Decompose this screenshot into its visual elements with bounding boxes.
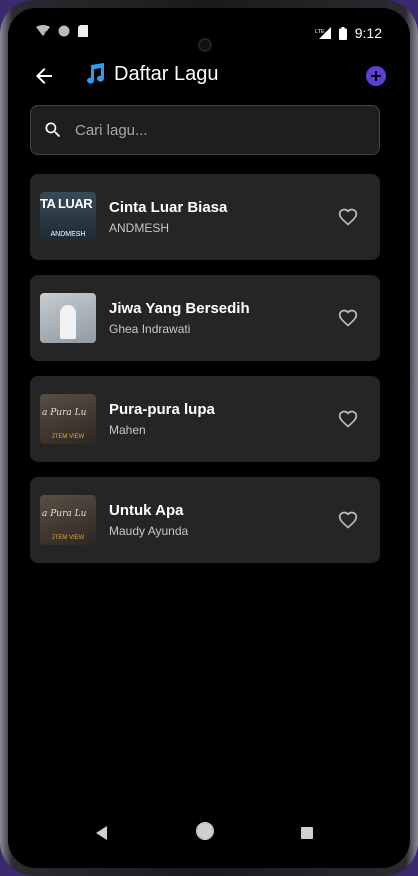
song-item[interactable]: a Pura Lu JTEM VIEW Untuk Apa Maudy Ayun… — [30, 477, 380, 563]
nav-back-button[interactable] — [96, 826, 108, 845]
song-title: Pura-pura lupa — [109, 401, 215, 418]
cover-title-art: a Pura Lu — [42, 408, 87, 418]
app-title-group: Daftar Lagu — [84, 62, 219, 86]
album-cover: a Pura Lu JTEM VIEW — [40, 495, 96, 545]
cover-views-art: JTEM VIEW — [51, 535, 85, 541]
cover-title-art: a Pura Lu — [42, 509, 87, 519]
cover-figure — [60, 305, 76, 339]
search-input[interactable] — [75, 121, 345, 139]
status-left: ? — [36, 25, 88, 37]
song-item[interactable]: a Pura Lu JTEM VIEW Pura-pura lupa Mahen — [30, 376, 380, 462]
battery-icon — [338, 26, 347, 40]
song-info: Untuk Apa Maudy Ayunda — [109, 502, 188, 538]
song-item[interactable]: Jiwa Yang Bersedih Ghea Indrawati — [30, 275, 380, 361]
sim-icon — [78, 25, 88, 37]
song-info: Cinta Luar Biasa ANDMESH — [109, 199, 227, 235]
lte-signal-icon: LTE — [315, 27, 331, 39]
nav-back-icon — [96, 826, 107, 840]
song-list: TA LUAR BIA ANDMESH Cinta Luar Biasa AND… — [30, 174, 380, 578]
front-camera — [198, 38, 212, 52]
heart-outline-icon — [338, 208, 358, 226]
status-right: LTE 9:12 — [315, 25, 382, 41]
search-box[interactable] — [30, 105, 380, 155]
heart-outline-icon — [338, 511, 358, 529]
album-cover: a Pura Lu JTEM VIEW — [40, 394, 96, 444]
app-bar: Daftar Lagu — [8, 56, 410, 100]
song-item[interactable]: TA LUAR BIA ANDMESH Cinta Luar Biasa AND… — [30, 174, 380, 260]
song-artist: ANDMESH — [109, 221, 170, 235]
svg-text:?: ? — [44, 32, 48, 37]
nav-home-icon — [196, 822, 214, 840]
add-song-button[interactable] — [366, 66, 386, 86]
cover-views-art: JTEM VIEW — [51, 434, 85, 440]
song-title: Jiwa Yang Bersedih — [109, 300, 250, 317]
cover-artist-art: ANDMESH — [50, 231, 86, 238]
add-circle-icon — [371, 71, 381, 81]
arrow-back-icon — [36, 68, 52, 84]
page-title: Daftar Lagu — [114, 62, 219, 85]
song-info: Pura-pura lupa Mahen — [109, 401, 215, 437]
nav-recents-icon — [301, 827, 313, 839]
album-cover — [40, 293, 96, 343]
album-cover: TA LUAR BIA ANDMESH — [40, 192, 96, 242]
back-button[interactable] — [32, 64, 56, 88]
song-title: Cinta Luar Biasa — [109, 199, 228, 216]
status-time: 9:12 — [354, 25, 382, 41]
song-info: Jiwa Yang Bersedih Ghea Indrawati — [109, 300, 250, 336]
wifi-question-icon: ? — [36, 25, 50, 37]
svg-text:LTE: LTE — [315, 29, 325, 35]
favorite-button[interactable] — [338, 308, 358, 328]
favorite-button[interactable] — [338, 510, 358, 530]
nav-recents-button[interactable] — [301, 826, 313, 844]
song-title: Untuk Apa — [109, 502, 184, 519]
search-icon — [45, 122, 61, 138]
music-note-icon — [87, 63, 105, 84]
favorite-button[interactable] — [338, 409, 358, 429]
song-artist: Maudy Ayunda — [109, 524, 189, 538]
device-frame: ? LTE 9:12 Daftar Lagu Cari lagu... TA L… — [0, 0, 418, 876]
nav-home-button[interactable] — [196, 822, 214, 845]
heart-outline-icon — [338, 309, 358, 327]
system-nav-bar — [8, 812, 410, 868]
screen: ? LTE 9:12 Daftar Lagu Cari lagu... TA L… — [8, 8, 410, 868]
song-artist: Ghea Indrawati — [109, 322, 191, 336]
cover-title-art: TA LUAR BIA — [40, 196, 96, 211]
heart-outline-icon — [338, 410, 358, 428]
circle-icon — [58, 25, 70, 37]
favorite-button[interactable] — [338, 207, 358, 227]
song-artist: Mahen — [109, 423, 146, 437]
